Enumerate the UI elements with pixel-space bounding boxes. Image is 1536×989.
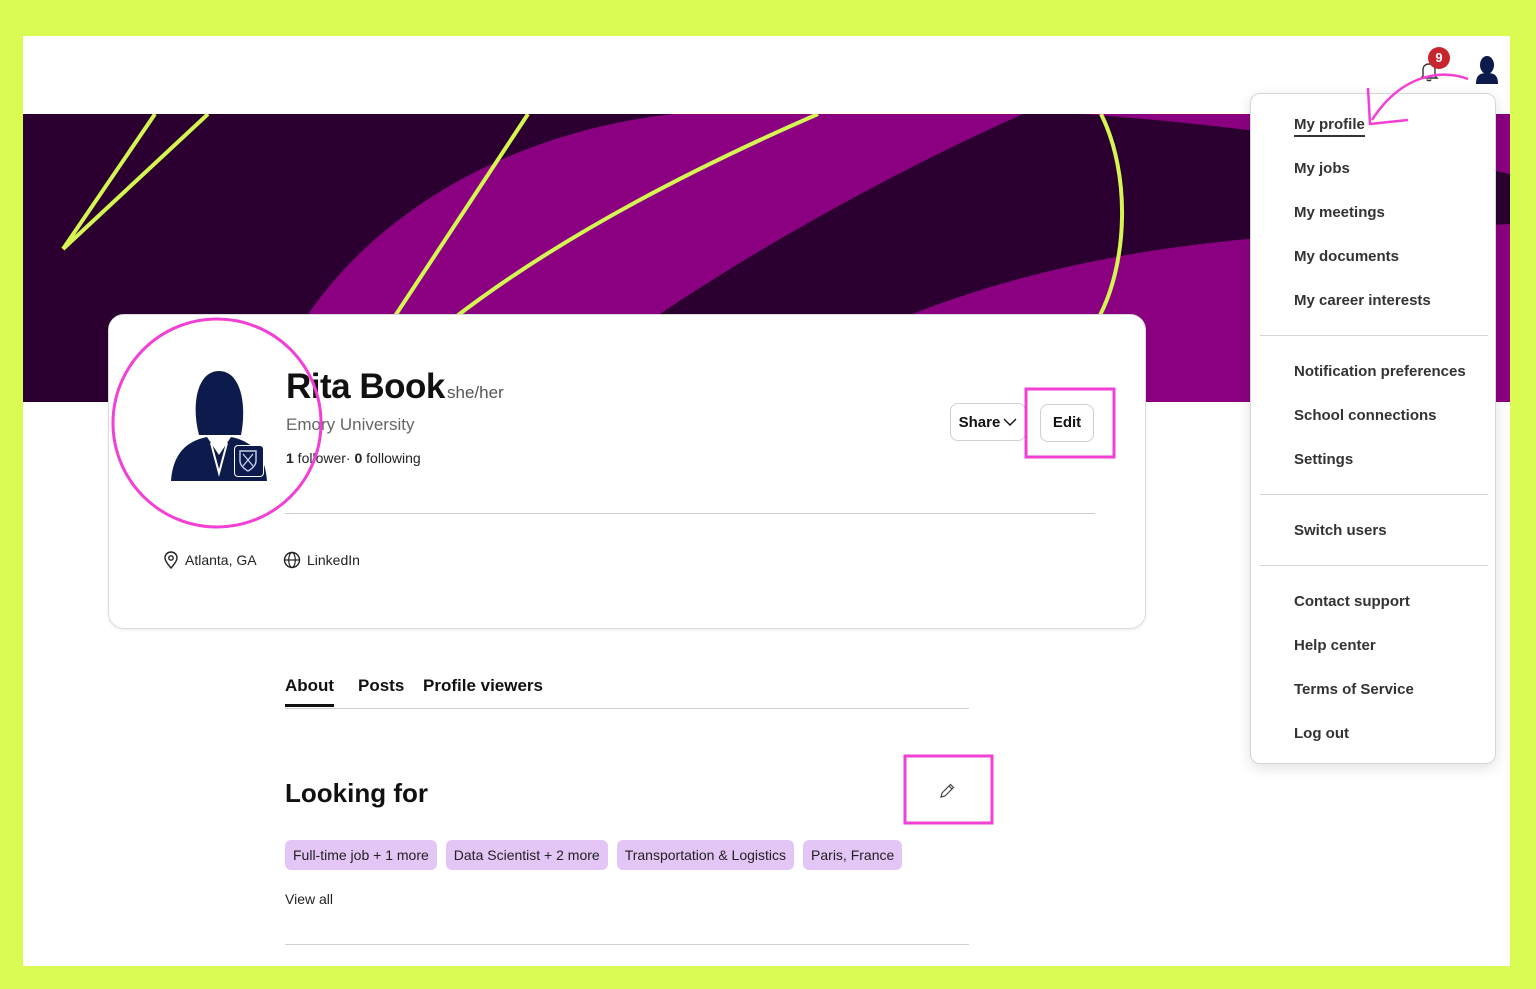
- tag-role[interactable]: Data Scientist + 2 more: [445, 840, 608, 870]
- menu-divider: [1260, 565, 1488, 566]
- menu-item-help-center[interactable]: Help center: [1294, 637, 1376, 654]
- menu-item-settings[interactable]: Settings: [1294, 451, 1353, 468]
- follow-stats[interactable]: 1 follower· 0 following: [286, 450, 421, 466]
- school-crest-icon: [234, 445, 264, 477]
- user-avatar-icon[interactable]: [1474, 54, 1500, 84]
- notification-badge: 9: [1428, 47, 1450, 69]
- tab-about[interactable]: About: [285, 676, 335, 707]
- menu-divider: [1260, 335, 1488, 336]
- user-dropdown-menu: My profile My jobs My meetings My docume…: [1250, 93, 1496, 764]
- profile-school[interactable]: Emory University: [286, 415, 414, 435]
- location-text: Atlanta, GA: [185, 552, 257, 568]
- menu-item-my-documents[interactable]: My documents: [1294, 248, 1399, 265]
- linkedin-link[interactable]: LinkedIn: [283, 551, 360, 569]
- menu-item-my-jobs[interactable]: My jobs: [1294, 160, 1350, 177]
- following-label: following: [362, 450, 421, 466]
- tag-industry[interactable]: Transportation & Logistics: [616, 840, 795, 870]
- chevron-down-icon: [1003, 418, 1017, 426]
- edit-profile-button[interactable]: Edit: [1040, 404, 1094, 442]
- tab-posts[interactable]: Posts: [358, 676, 404, 696]
- tag-job-type[interactable]: Full-time job + 1 more: [285, 840, 437, 870]
- menu-item-my-meetings[interactable]: My meetings: [1294, 204, 1385, 221]
- menu-item-switch-users[interactable]: Switch users: [1294, 522, 1387, 539]
- share-button-label: Share: [958, 413, 1001, 431]
- menu-item-notification-preferences[interactable]: Notification preferences: [1294, 363, 1466, 380]
- profile-name: Rita Book: [286, 367, 445, 406]
- section-divider: [285, 944, 969, 945]
- profile-pronouns: she/her: [447, 383, 504, 402]
- menu-item-contact-support[interactable]: Contact support: [1294, 593, 1410, 610]
- globe-icon: [283, 551, 301, 569]
- linkedin-text: LinkedIn: [307, 552, 360, 568]
- menu-item-terms-of-service[interactable]: Terms of Service: [1294, 681, 1414, 698]
- pencil-icon[interactable]: [938, 782, 956, 800]
- page-frame: 9 Rita Book she/her Emory University 1 f…: [23, 36, 1510, 966]
- followers-count: 1: [286, 450, 294, 466]
- menu-item-log-out[interactable]: Log out: [1294, 725, 1349, 742]
- location-pin-icon: [164, 551, 178, 569]
- profile-tabs: About Posts Profile viewers: [285, 676, 969, 709]
- menu-divider: [1260, 494, 1488, 495]
- profile-card: Rita Book she/her Emory University 1 fol…: [108, 314, 1146, 629]
- menu-item-my-career-interests[interactable]: My career interests: [1294, 292, 1431, 309]
- looking-for-tags: Full-time job + 1 more Data Scientist + …: [285, 840, 903, 870]
- followers-label: follower·: [293, 450, 355, 466]
- tag-location[interactable]: Paris, France: [803, 840, 903, 870]
- view-all-link[interactable]: View all: [285, 891, 333, 907]
- share-button[interactable]: Share: [950, 403, 1026, 441]
- menu-item-school-connections[interactable]: School connections: [1294, 407, 1437, 424]
- menu-item-my-profile[interactable]: My profile: [1294, 116, 1365, 137]
- looking-for-title: Looking for: [285, 778, 428, 808]
- location: Atlanta, GA: [163, 551, 257, 569]
- tab-profile-viewers[interactable]: Profile viewers: [423, 676, 543, 696]
- card-divider: [285, 513, 1095, 514]
